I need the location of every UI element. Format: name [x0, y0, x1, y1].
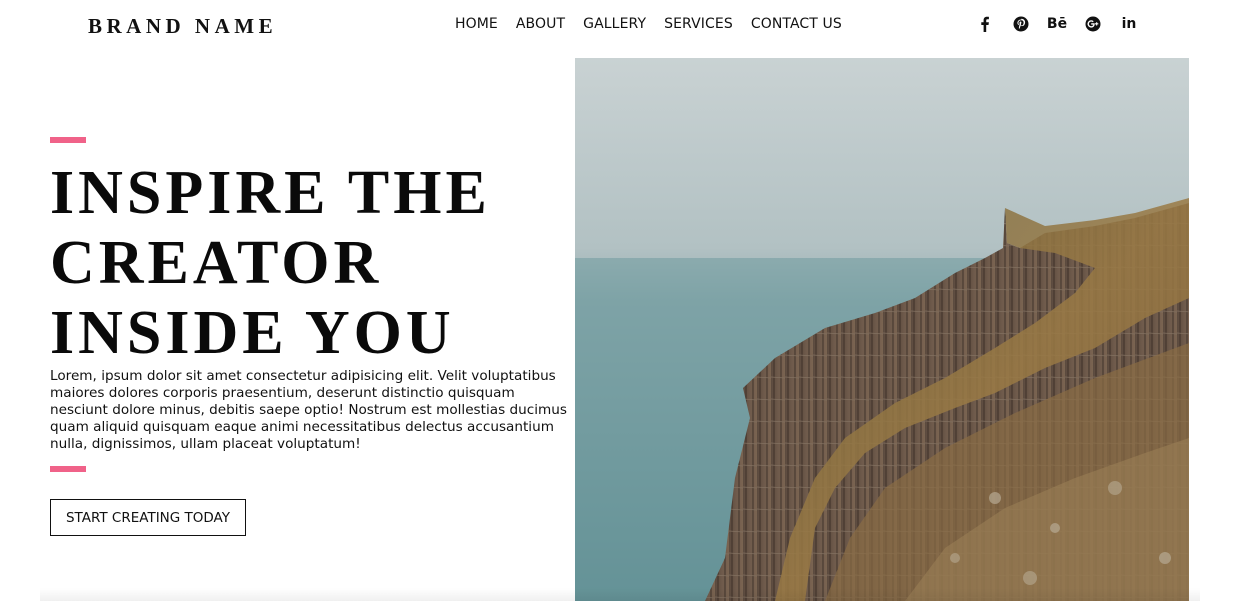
accent-bar-top: [50, 137, 86, 143]
headline-line-3: INSIDE YOU: [50, 299, 455, 367]
behance-icon[interactable]: Bē: [1046, 14, 1068, 34]
sea-cliff-photo: [575, 58, 1189, 601]
accent-bar-bottom: [50, 466, 86, 472]
hero-description: Lorem, ipsum dolor sit amet consectetur …: [50, 368, 567, 452]
nav-contact-us[interactable]: CONTACT US: [751, 16, 842, 32]
social-links: Bē in: [974, 14, 1140, 34]
start-creating-button[interactable]: START CREATING TODAY: [50, 499, 246, 536]
facebook-icon[interactable]: [974, 14, 996, 34]
headline-line-2: CREATOR: [50, 229, 383, 297]
brand-logo[interactable]: BRAND NAME: [88, 14, 277, 39]
nav-gallery[interactable]: GALLERY: [583, 16, 646, 32]
linkedin-icon[interactable]: in: [1118, 14, 1140, 34]
pinterest-icon[interactable]: [1010, 14, 1032, 34]
nav-about[interactable]: ABOUT: [516, 16, 565, 32]
google-plus-icon[interactable]: [1082, 14, 1104, 34]
hero-headline: INSPIRE THE CREATOR INSIDE YOU: [50, 158, 570, 368]
headline-line-1: INSPIRE THE: [50, 159, 491, 227]
nav-home[interactable]: HOME: [455, 16, 498, 32]
bottom-shadow: [40, 588, 1200, 601]
nav-services[interactable]: SERVICES: [664, 16, 733, 32]
main-nav: HOME ABOUT GALLERY SERVICES CONTACT US: [455, 16, 842, 32]
